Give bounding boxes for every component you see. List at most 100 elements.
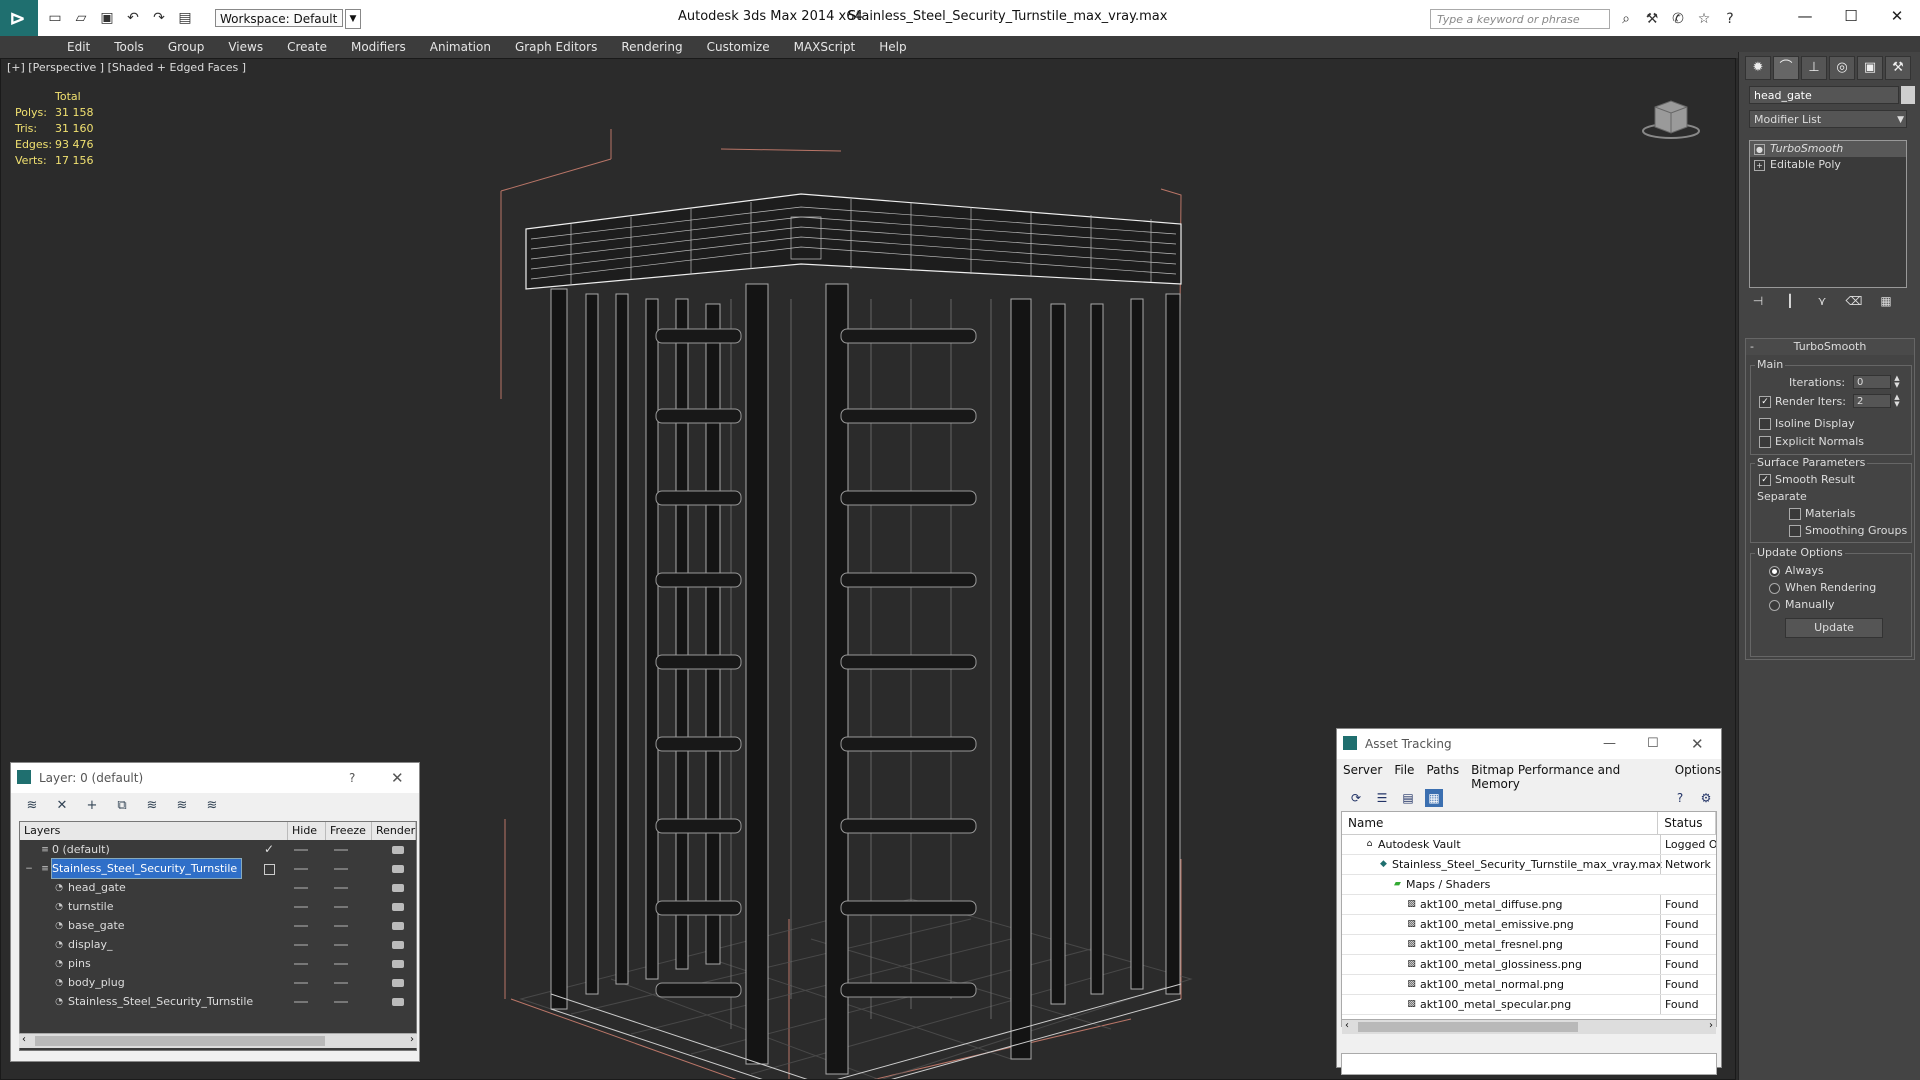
render-teapot-icon[interactable] bbox=[392, 884, 404, 892]
render-teapot-icon[interactable] bbox=[392, 846, 404, 854]
col-status[interactable]: Status bbox=[1658, 812, 1716, 834]
asset-horizontal-scrollbar[interactable]: ‹ › bbox=[1342, 1019, 1716, 1034]
object-name-field[interactable]: head_gate bbox=[1749, 86, 1899, 104]
modify-tab-curve-icon[interactable]: ⌒ bbox=[1773, 56, 1799, 80]
manually-radio[interactable] bbox=[1769, 600, 1780, 611]
select-objects-icon[interactable]: ⧉ bbox=[113, 797, 131, 815]
asset-row[interactable]: ▧ akt100_metal_emissive.png Found bbox=[1342, 915, 1716, 935]
spinner-arrows-icon[interactable]: ▲ ▼ bbox=[1893, 394, 1901, 408]
save-icon[interactable]: ▣ bbox=[96, 8, 118, 28]
layer-name[interactable]: 0 (default) bbox=[52, 840, 114, 859]
scrollbar-thumb[interactable] bbox=[35, 1036, 325, 1046]
new-file-icon[interactable]: ▭ bbox=[44, 8, 66, 28]
spinner-arrows-icon[interactable]: ▲ ▼ bbox=[1893, 375, 1901, 389]
help-icon[interactable]: ? bbox=[1720, 9, 1740, 29]
layer-row[interactable]: ≡ 0 (default) ✓ bbox=[20, 840, 416, 859]
hide-all-icon[interactable]: ≋ bbox=[173, 797, 191, 815]
pin-stack-icon[interactable]: ⊣ bbox=[1749, 292, 1767, 310]
menu-animation[interactable]: Animation bbox=[418, 36, 503, 58]
layer-window-titlebar[interactable]: Layer: 0 (default) ? ✕ bbox=[11, 763, 419, 793]
hide-toggle[interactable] bbox=[294, 868, 308, 870]
highlight-layer-icon[interactable]: ≋ bbox=[143, 797, 161, 815]
layer-row[interactable]: ◔ turnstile bbox=[20, 897, 416, 916]
layer-row[interactable]: ◔ pins bbox=[20, 954, 416, 973]
help-button[interactable]: ? bbox=[349, 763, 355, 793]
close-icon[interactable]: ✕ bbox=[1874, 0, 1920, 32]
table-view-icon[interactable]: ▦ bbox=[1425, 789, 1443, 807]
hide-toggle[interactable] bbox=[294, 1001, 308, 1003]
set-current-box-icon[interactable] bbox=[264, 864, 275, 875]
asset-window-titlebar[interactable]: Asset Tracking — ☐ ✕ bbox=[1337, 729, 1721, 759]
hide-toggle[interactable] bbox=[294, 982, 308, 984]
object-name[interactable]: base_gate bbox=[68, 916, 129, 935]
redo-icon[interactable]: ↷ bbox=[148, 8, 170, 28]
freeze-toggle[interactable] bbox=[334, 906, 348, 908]
modifier-list-dropdown[interactable]: Modifier List ▼ bbox=[1749, 110, 1907, 128]
scrollbar-thumb[interactable] bbox=[1358, 1022, 1578, 1032]
update-button[interactable]: Update bbox=[1785, 618, 1883, 638]
search-input[interactable]: Type a keyword or phrase bbox=[1430, 9, 1610, 29]
col-layers[interactable]: Layers bbox=[20, 822, 288, 840]
materials-checkbox[interactable] bbox=[1789, 508, 1801, 520]
freeze-toggle[interactable] bbox=[334, 982, 348, 984]
hide-toggle[interactable] bbox=[294, 963, 308, 965]
render-teapot-icon[interactable] bbox=[392, 960, 404, 968]
asset-row[interactable]: ◆ Stainless_Steel_Security_Turnstile_max… bbox=[1342, 855, 1716, 875]
freeze-toggle[interactable] bbox=[334, 963, 348, 965]
asset-row[interactable]: ▧ akt100_metal_normal.png Found bbox=[1342, 975, 1716, 995]
stack-item-editable-poly[interactable]: + Editable Poly bbox=[1750, 157, 1906, 173]
communication-icon[interactable]: ✆ bbox=[1668, 9, 1688, 29]
project-folder-icon[interactable]: ▤ bbox=[174, 8, 196, 28]
scroll-right-icon[interactable]: › bbox=[1709, 1020, 1713, 1031]
object-name[interactable]: Stainless_Steel_Security_Turnstile bbox=[68, 992, 257, 1011]
hide-toggle[interactable] bbox=[294, 849, 308, 851]
maximize-icon[interactable]: ☐ bbox=[1828, 0, 1874, 32]
menu-views[interactable]: Views bbox=[216, 36, 275, 58]
current-layer-check-icon[interactable]: ✓ bbox=[264, 840, 274, 859]
thumbnail-view-icon[interactable]: ▤ bbox=[1399, 789, 1417, 807]
layer-row[interactable]: ◔ base_gate bbox=[20, 916, 416, 935]
scroll-left-icon[interactable]: ‹ bbox=[22, 1034, 26, 1045]
menu-customize[interactable]: Customize bbox=[695, 36, 782, 58]
layer-row[interactable]: − ≡ Stainless_Steel_Security_Turnstile bbox=[20, 858, 416, 879]
col-hide[interactable]: Hide bbox=[288, 822, 326, 840]
maximize-icon[interactable]: ☐ bbox=[1647, 729, 1659, 759]
list-view-icon[interactable]: ☰ bbox=[1373, 789, 1391, 807]
object-name[interactable]: pins bbox=[68, 954, 95, 973]
col-name[interactable]: Name bbox=[1342, 812, 1659, 834]
hierarchy-tab-icon[interactable]: ⊥ bbox=[1801, 56, 1827, 80]
app-menu-button[interactable]: ⊳ bbox=[0, 0, 38, 36]
render-teapot-icon[interactable] bbox=[392, 998, 404, 1006]
viewport-label[interactable]: [+] [Perspective ] [Shaded + Edged Faces… bbox=[7, 61, 246, 74]
menu-server[interactable]: Server bbox=[1343, 763, 1382, 791]
smooth-result-checkbox[interactable]: ✓ bbox=[1759, 474, 1771, 486]
stack-item-turbosmooth[interactable]: ● TurboSmooth bbox=[1750, 141, 1906, 157]
minimize-icon[interactable]: — bbox=[1782, 0, 1828, 32]
asset-path-field[interactable] bbox=[1341, 1053, 1717, 1075]
motion-tab-icon[interactable]: ◎ bbox=[1829, 56, 1855, 80]
hide-toggle[interactable] bbox=[294, 906, 308, 908]
layer-name[interactable]: Stainless_Steel_Security_Turnstile bbox=[50, 858, 243, 879]
freeze-toggle[interactable] bbox=[334, 944, 348, 946]
create-tab-sun-icon[interactable]: ✹ bbox=[1745, 56, 1771, 80]
object-color-swatch[interactable] bbox=[1901, 86, 1915, 104]
hide-toggle[interactable] bbox=[294, 944, 308, 946]
render-teapot-icon[interactable] bbox=[392, 922, 404, 930]
render-iters-checkbox[interactable]: ✓ bbox=[1759, 396, 1771, 408]
menu-group[interactable]: Group bbox=[156, 36, 217, 58]
lightbulb-icon[interactable]: ● bbox=[1754, 144, 1765, 155]
menu-modifiers[interactable]: Modifiers bbox=[339, 36, 418, 58]
close-icon[interactable]: ✕ bbox=[391, 763, 404, 793]
remove-modifier-icon[interactable]: ⌫ bbox=[1845, 292, 1863, 310]
hide-toggle[interactable] bbox=[294, 925, 308, 927]
subscription-icon[interactable]: ⚒ bbox=[1642, 9, 1662, 29]
undo-icon[interactable]: ↶ bbox=[122, 8, 144, 28]
isoline-display-checkbox[interactable] bbox=[1759, 418, 1771, 430]
open-folder-icon[interactable]: ▱ bbox=[70, 8, 92, 28]
render-teapot-icon[interactable] bbox=[392, 979, 404, 987]
asset-row[interactable]: ▧ akt100_metal_glossiness.png Found bbox=[1342, 955, 1716, 975]
make-unique-icon[interactable]: ⋎ bbox=[1813, 292, 1831, 310]
freeze-all-icon[interactable]: ≋ bbox=[203, 797, 221, 815]
menu-paths[interactable]: Paths bbox=[1426, 763, 1459, 791]
workspace-chevron-down-icon[interactable]: ▼ bbox=[345, 9, 361, 29]
